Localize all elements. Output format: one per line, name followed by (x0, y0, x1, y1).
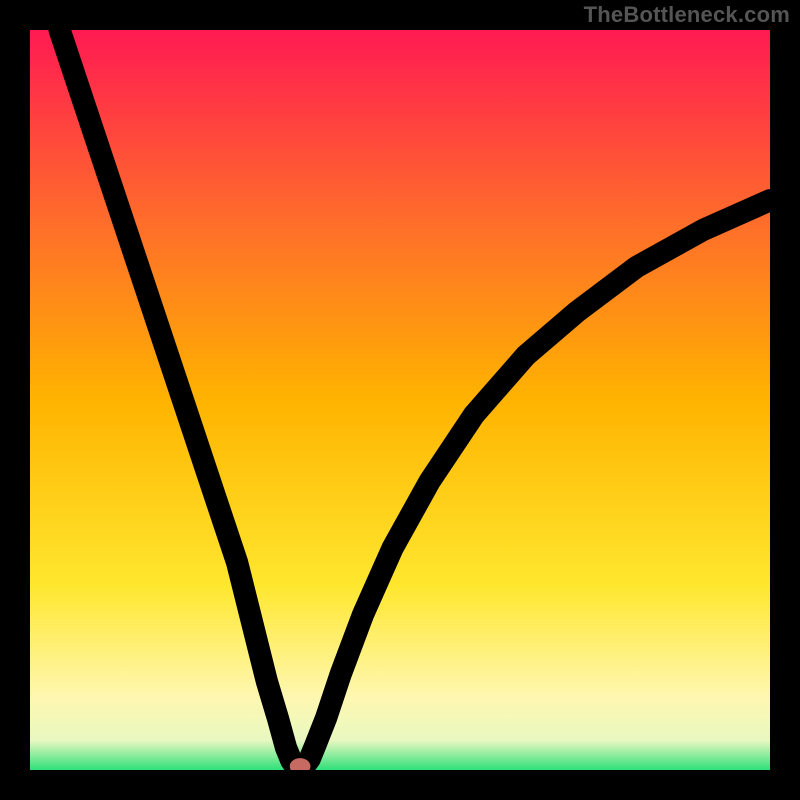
gradient-background (30, 30, 770, 770)
chart-svg (30, 30, 770, 770)
chart-frame: TheBottleneck.com (0, 0, 800, 800)
watermark-text: TheBottleneck.com (584, 2, 790, 28)
plot-area (30, 30, 770, 770)
